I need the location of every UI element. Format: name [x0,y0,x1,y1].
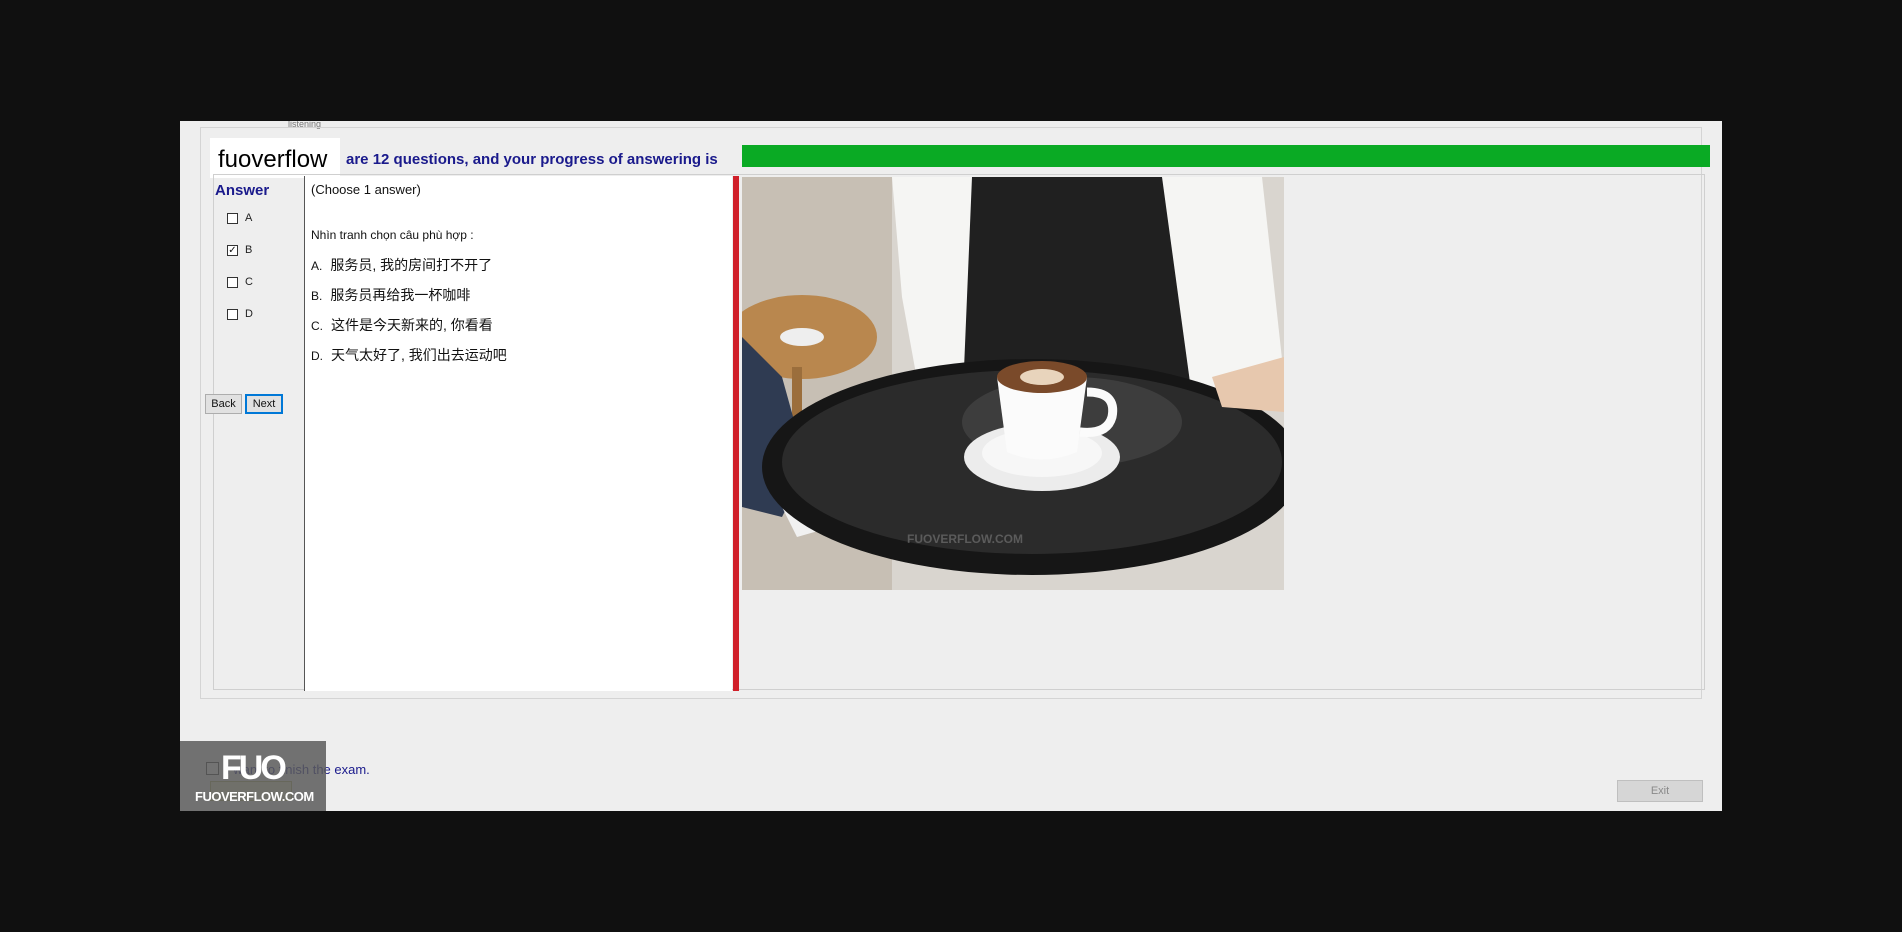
question-option-text: 天气太好了, 我们出去运动吧 [331,347,507,363]
question-panel: (Choose 1 answer) Nhìn tranh chọn câu ph… [304,176,732,691]
option-label-d: D [245,308,253,320]
answer-title: Answer [215,182,270,199]
fuoverflow-badge: FUO FUOVERFLOW.COM [180,741,326,811]
panel-splitter[interactable] [733,176,739,691]
question-option-letter: A. [311,259,323,273]
question-instruction: (Choose 1 answer) [311,182,421,197]
option-label-c: C [245,276,253,288]
question-option-letter: D. [311,349,323,363]
question-option-b: B. 服务员再给我一杯咖啡 [311,285,470,305]
logo-text: fuoverflow [218,146,328,173]
exam-window: listening fuoverflow are 12 questions, a… [180,121,1722,811]
progress-fill [742,145,1710,167]
question-option-c: C. 这件是今天新来的, 你看看 [311,315,493,335]
question-image: FUOVERFLOW.COM [742,177,1284,590]
back-button[interactable]: Back [205,394,242,414]
question-option-a: A. 服务员, 我的房间打不开了 [311,255,492,275]
next-button[interactable]: Next [245,394,283,414]
badge-site-text: FUOVERFLOW.COM [195,789,314,804]
option-label-b: B [245,244,253,256]
question-option-text: 服务员, 我的房间打不开了 [330,257,493,273]
checkbox-a[interactable] [227,213,238,224]
progress-label: are 12 questions, and your progress of a… [346,151,718,168]
progress-bar [742,145,1710,167]
checkbox-b[interactable]: ✓ [227,245,238,256]
question-prompt: Nhìn tranh chọn câu phù hợp : [311,228,474,242]
question-option-letter: C. [311,319,323,333]
question-option-text: 服务员再给我一杯咖啡 [330,287,471,303]
question-option-text: 这件是今天新来的, 你看看 [331,317,493,333]
photo-watermark: FUOVERFLOW.COM [907,532,1023,546]
option-label-a: A [245,212,253,224]
question-option-letter: B. [311,289,323,303]
checkbox-c[interactable] [227,277,238,288]
question-option-d: D. 天气太好了, 我们出去运动吧 [311,345,507,365]
exit-button[interactable]: Exit [1617,780,1703,802]
logo-box: fuoverflow [210,138,340,178]
checkbox-d[interactable] [227,309,238,320]
question-group-box: fuoverflow are 12 questions, and your pr… [200,127,1710,699]
waiter-coffee-photo [742,177,1284,590]
badge-logo-text: FUO [221,749,287,787]
